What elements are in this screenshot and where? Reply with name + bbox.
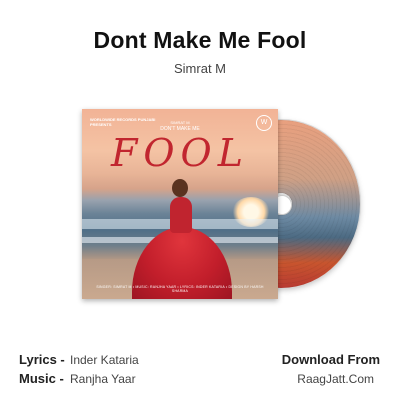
figure-head — [172, 179, 188, 197]
download-heading: Download From — [281, 352, 380, 367]
lyrics-value[interactable]: Inder Kataria — [70, 353, 139, 367]
download-site-link[interactable]: RaagJatt.Com — [297, 372, 374, 386]
artist-name[interactable]: Simrat M — [0, 61, 400, 76]
music-label: Music - — [19, 371, 64, 386]
song-title: Dont Make Me Fool — [93, 27, 307, 53]
album-cover: WORLDWIDE RECORDS PUNJABI PRESENTS W SIM… — [82, 109, 278, 299]
cover-big-word: FOOL — [111, 131, 249, 175]
figure-torso — [170, 197, 192, 233]
music-value[interactable]: Ranjha Yaar — [70, 372, 136, 386]
cover-singer-line: SIMRAT M — [170, 120, 190, 125]
lyrics-label: Lyrics - — [19, 352, 65, 367]
cover-credits: SINGER: SIMRAT M • MUSIC: RANJHA YAAR • … — [96, 285, 264, 293]
